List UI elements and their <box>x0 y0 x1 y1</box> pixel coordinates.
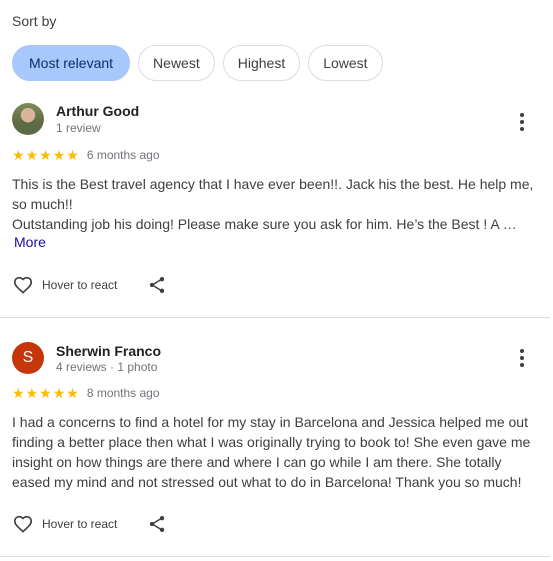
star-icon: ★ <box>52 385 66 401</box>
sort-label: Sort by <box>12 13 57 29</box>
rating-row: ★ ★ ★ ★ ★ 6 months ago <box>12 147 160 163</box>
star-icon: ★ <box>25 147 39 163</box>
reviewer-name[interactable]: Sherwin Franco <box>56 343 161 359</box>
heart-icon <box>13 276 33 294</box>
sort-chip-most-relevant[interactable]: Most relevant <box>12 45 131 81</box>
react-label: Hover to react <box>42 517 118 531</box>
react-button[interactable]: Hover to react <box>12 513 117 535</box>
react-button[interactable]: Hover to react <box>12 274 117 296</box>
react-label: Hover to react <box>42 278 118 292</box>
star-icon: ★ <box>12 147 25 163</box>
reviewer-meta: 4 reviews · 1 photo <box>56 360 158 374</box>
sort-options: Most relevant Newest Highest Lowest <box>12 45 383 81</box>
review-card: S Sherwin Franco 4 reviews · 1 photo ★ ★… <box>0 332 550 557</box>
review-actions: Hover to react <box>12 273 167 297</box>
star-icon: ★ <box>39 147 52 163</box>
star-icon: ★ <box>39 385 52 401</box>
sort-chip-lowest[interactable]: Lowest <box>308 45 383 81</box>
more-options-icon[interactable] <box>510 110 534 134</box>
more-options-icon[interactable] <box>510 346 534 370</box>
review-card: Arthur Good 1 review ★ ★ ★ ★ ★ 6 months … <box>0 96 550 318</box>
more-link[interactable]: More <box>14 234 46 250</box>
review-actions: Hover to react <box>12 512 167 536</box>
share-icon[interactable] <box>147 514 167 534</box>
star-icon: ★ <box>12 385 25 401</box>
sort-chip-highest[interactable]: Highest <box>222 45 301 81</box>
reviewer-avatar[interactable] <box>12 103 44 135</box>
sort-chip-newest[interactable]: Newest <box>138 45 215 81</box>
reviewer-name[interactable]: Arthur Good <box>56 103 139 119</box>
reviewer-avatar[interactable]: S <box>12 342 44 374</box>
star-rating: ★ ★ ★ ★ ★ <box>12 386 79 400</box>
rating-row: ★ ★ ★ ★ ★ 8 months ago <box>12 385 160 401</box>
star-icon: ★ <box>66 385 79 401</box>
star-icon: ★ <box>66 147 79 163</box>
heart-icon <box>13 515 33 533</box>
star-icon: ★ <box>25 385 39 401</box>
reviewer-meta: 1 review <box>56 121 101 135</box>
star-icon: ★ <box>52 147 66 163</box>
review-text: This is the Best travel agency that I ha… <box>12 176 534 232</box>
share-icon[interactable] <box>147 275 167 295</box>
review-date: 6 months ago <box>86 148 160 162</box>
star-rating: ★ ★ ★ ★ ★ <box>12 148 79 162</box>
review-text: I had a concerns to find a hotel for my … <box>12 414 531 490</box>
review-date: 8 months ago <box>86 386 160 400</box>
